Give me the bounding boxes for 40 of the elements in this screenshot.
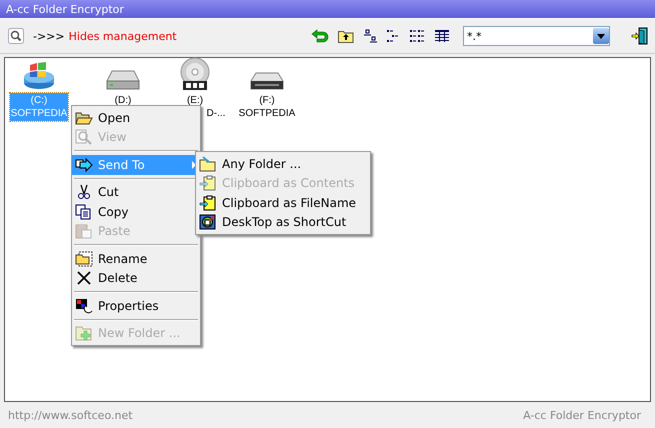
scissors-icon: [75, 184, 93, 200]
caret-icon: [597, 34, 605, 38]
menu-item[interactable]: Properties: [72, 296, 200, 316]
list-view-icon[interactable]: [409, 29, 425, 43]
drive-label[interactable]: (D:): [114, 93, 132, 108]
system-drive-icon[interactable]: [22, 61, 56, 91]
folder-icon: [199, 156, 217, 172]
rename-icon: [75, 250, 93, 267]
clipboard-paste-icon: [75, 223, 93, 240]
new-folder-icon: [75, 325, 93, 342]
folder-up-icon[interactable]: [338, 29, 354, 43]
submenu-arrow-icon: [192, 160, 196, 169]
large-icons-view-icon[interactable]: [363, 29, 377, 43]
app-name: A-cc Folder Encryptor: [523, 408, 641, 422]
arrow-text: ->>>: [33, 30, 65, 42]
magnifier-page-icon: [75, 129, 93, 146]
clipboard-icon: [199, 175, 217, 192]
properties-icon: [75, 298, 93, 314]
shortcut-icon: [199, 214, 217, 230]
dvd-disc-icon[interactable]: [179, 57, 211, 91]
clipboard-icon: [199, 194, 217, 211]
window-title: A-cc Folder Encryptor: [0, 0, 655, 18]
dropdown-button[interactable]: [593, 28, 609, 44]
exit-door-icon[interactable]: [631, 27, 649, 45]
copy-pages-icon: [75, 204, 93, 220]
back-arrow-icon[interactable]: [311, 28, 329, 44]
delete-x-icon: [75, 270, 93, 286]
drive-label[interactable]: (F:) SOFTPEDIA: [238, 93, 296, 121]
small-icons-view-icon[interactable]: [386, 29, 400, 43]
menu-item[interactable]: Rename: [72, 249, 200, 268]
details-view-icon[interactable]: [434, 29, 450, 43]
hard-drive-icon[interactable]: [106, 69, 140, 91]
search-icon[interactable]: [8, 28, 24, 44]
removable-drive-icon[interactable]: [250, 71, 284, 91]
menu-item[interactable]: Open: [72, 108, 200, 128]
arrow-icon: [75, 156, 93, 173]
filter-combo[interactable]: *.*: [463, 26, 610, 46]
mode-label: Hides management: [68, 30, 177, 42]
menu-item[interactable]: Delete: [72, 268, 200, 288]
open-folder-icon: [75, 110, 93, 126]
